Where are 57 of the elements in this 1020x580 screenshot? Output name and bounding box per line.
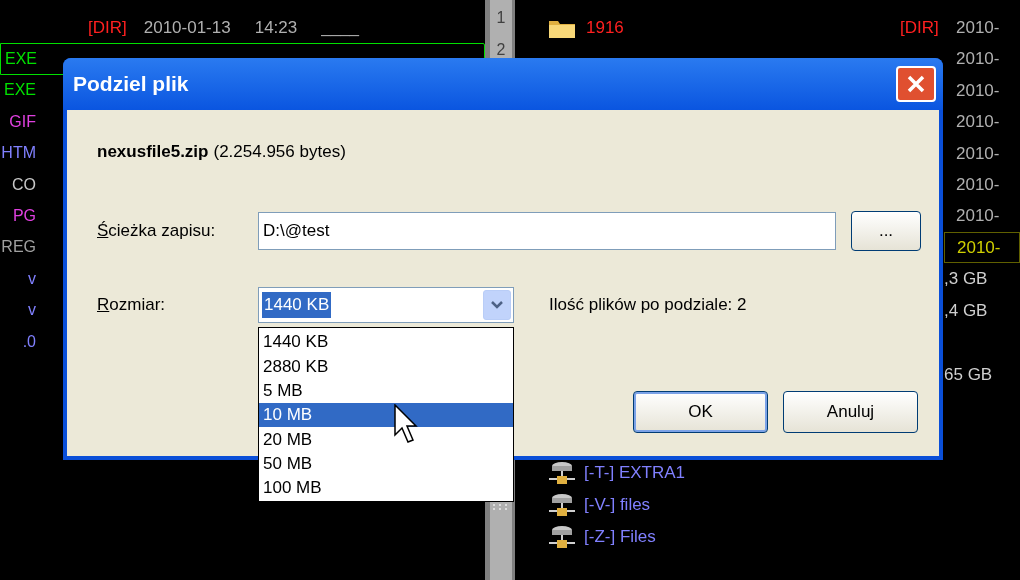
file-extension: REG [1, 237, 36, 258]
dropdown-option[interactable]: 20 MB [259, 427, 513, 452]
file-date: 2010- [955, 16, 1001, 39]
drive-label[interactable]: [-V-] files [584, 496, 651, 514]
file-date: 2010- [955, 111, 1001, 134]
file-time: 14:23 [254, 16, 298, 39]
file-extension: .0 [22, 331, 36, 352]
file-date: 2010- [955, 205, 1001, 228]
network-drive-icon [548, 492, 576, 518]
file-date: 2010- [944, 231, 1020, 264]
line-number: 2 [496, 40, 506, 60]
file-type: [DIR] [900, 16, 940, 39]
network-drive-icon [548, 524, 576, 550]
file-date: 2010- [955, 142, 1001, 165]
file-date: 2010- [955, 79, 1001, 102]
dropdown-option[interactable]: 1440 KB [259, 330, 513, 355]
file-name: nexusfile5.zip [97, 141, 209, 164]
dropdown-option[interactable]: 50 MB [259, 451, 513, 476]
file-extension: EXE [4, 80, 36, 101]
file-date: 2010- [955, 173, 1001, 196]
drive-size: ,4 GB [944, 300, 989, 323]
dropdown-option[interactable]: 10 MB [259, 402, 513, 428]
field-label: Rozmiar: [97, 294, 166, 317]
drive-label[interactable]: [-Z-] Files [584, 528, 656, 546]
file-count-text: Ilość plików po podziale: 2 [549, 294, 747, 317]
path-field[interactable]: D:\@test [258, 212, 836, 250]
file-extension: CO [12, 174, 36, 195]
grip-icon[interactable] [492, 504, 510, 510]
browse-button[interactable]: ... [851, 211, 921, 251]
ok-button[interactable]: OK [633, 391, 768, 433]
dropdown-option[interactable]: 2880 KB [259, 354, 513, 379]
file-extension: EXE [5, 49, 37, 70]
dropdown-option[interactable]: 5 MB [259, 378, 513, 403]
cancel-button[interactable]: Anuluj [783, 391, 918, 433]
window-title: Podziel plik [73, 71, 189, 98]
file-extension: GIF [9, 111, 36, 132]
drive-label[interactable]: [-T-] EXTRA1 [584, 464, 686, 482]
file-extension: PG [12, 206, 36, 227]
size-dropdown[interactable]: 1440 KB [258, 287, 514, 323]
close-icon [906, 74, 926, 94]
file-type: [DIR] [88, 16, 127, 39]
file-extension: v [28, 300, 36, 321]
field-label: Ścieżka zapisu: [97, 220, 217, 243]
file-extension: v [28, 268, 36, 289]
network-drive-icon [548, 460, 576, 486]
file-extension: HTM [1, 143, 36, 164]
file-date: 2010- [955, 48, 1001, 71]
file-attributes: ____ [321, 16, 360, 39]
dropdown-option[interactable]: 100 MB [259, 475, 513, 501]
close-button[interactable] [896, 66, 936, 102]
drive-size: ,3 GB [944, 268, 989, 291]
line-number: 1 [496, 8, 506, 28]
file-date: 2010-01-13 [143, 16, 231, 39]
file-size: (2.254.956 bytes) [213, 141, 346, 164]
drive-size: 65 GB [944, 364, 994, 387]
mouse-cursor-icon [394, 404, 418, 446]
folder-name[interactable]: 1916 [586, 14, 624, 41]
